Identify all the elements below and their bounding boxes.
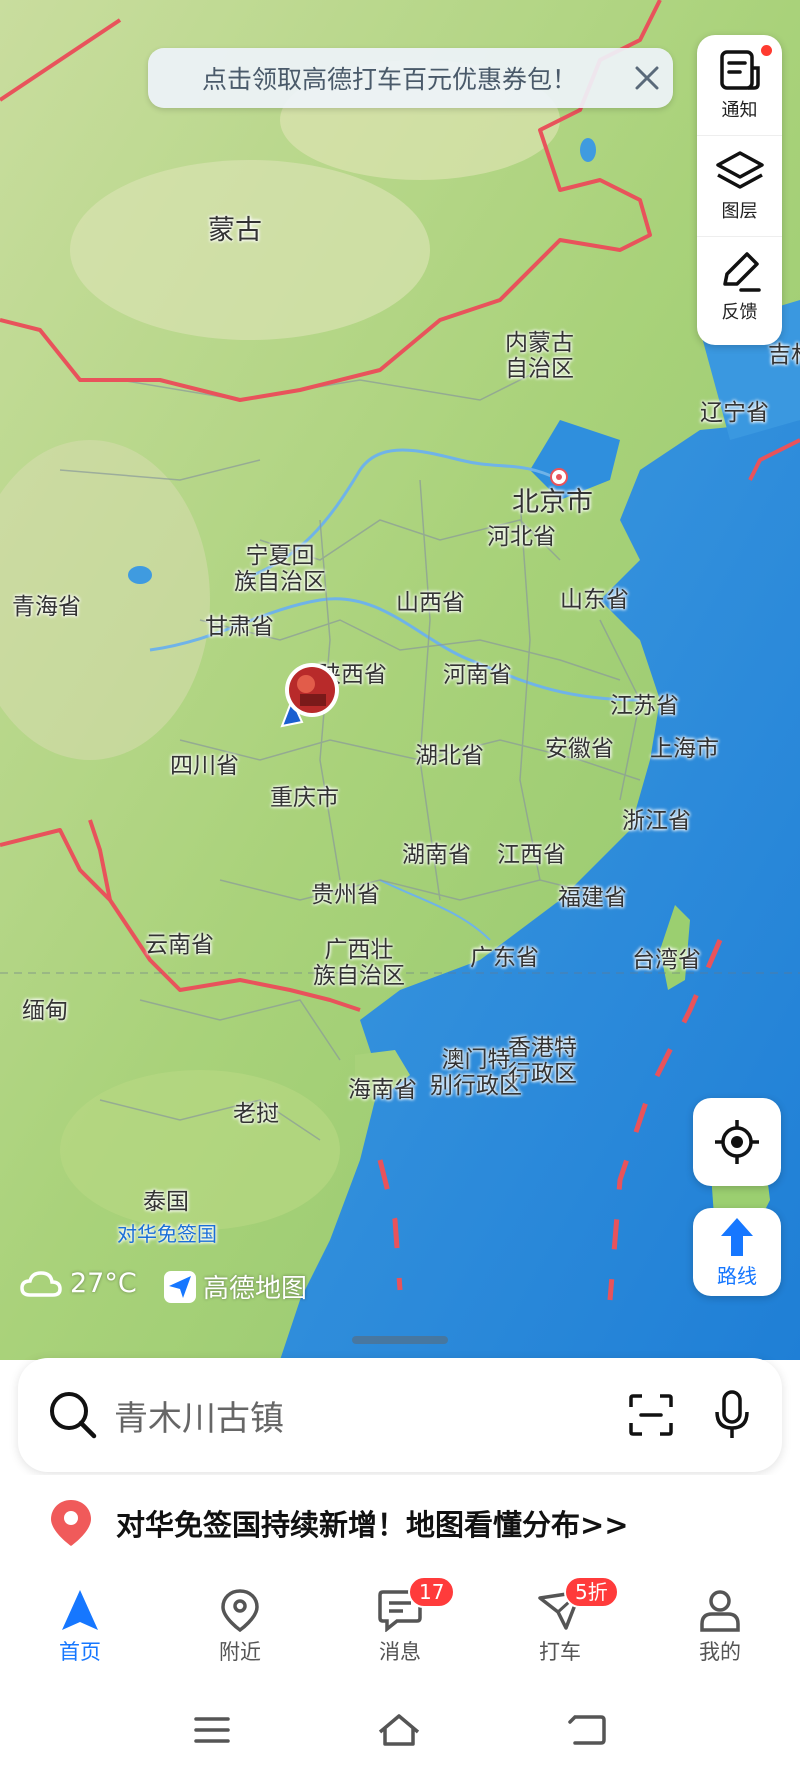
weather-widget[interactable]: 27°C <box>20 1268 137 1299</box>
map-canvas <box>0 0 800 1360</box>
microphone-icon[interactable] <box>714 1390 750 1440</box>
back-icon[interactable] <box>567 1713 607 1747</box>
map-label-guizhou: 贵州省 <box>311 882 380 908</box>
map-label-zhejiang: 浙江省 <box>622 808 691 834</box>
close-icon[interactable] <box>621 48 673 108</box>
amap-logo-text: 高德地图 <box>203 1274 308 1304</box>
tab-taxi-label: 打车 <box>539 1640 581 1664</box>
map-label-laos: 老挝 <box>233 1101 279 1127</box>
map-label-hubei: 湖北省 <box>415 743 484 769</box>
locate-icon <box>715 1120 759 1164</box>
tab-nearby-label: 附近 <box>219 1640 261 1664</box>
layers-label: 图层 <box>721 201 758 222</box>
tab-home-label: 首页 <box>59 1640 101 1664</box>
menu-icon[interactable] <box>193 1715 231 1745</box>
amap-logo-icon <box>164 1270 196 1303</box>
feedback-button[interactable]: 反馈 <box>697 236 782 337</box>
capital-marker <box>550 468 568 486</box>
bottom-tab-bar: 首页 附近 17 消息 5折 打车 我的 <box>0 1572 800 1682</box>
sheet-drag-handle[interactable] <box>352 1336 448 1344</box>
map-label-anhui: 安徽省 <box>545 736 614 762</box>
tab-home[interactable]: 首页 <box>0 1572 160 1682</box>
search-bar[interactable]: 青木川古镇 <box>18 1358 782 1472</box>
search-input[interactable]: 青木川古镇 <box>114 1391 628 1440</box>
messages-badge: 17 <box>408 1576 456 1608</box>
tab-me-label: 我的 <box>699 1640 741 1664</box>
system-navigation-bar <box>0 1682 800 1778</box>
map-label-hebei: 河北省 <box>487 524 556 550</box>
map-label-liaoning: 辽宁省 <box>700 400 769 426</box>
notification-dot <box>761 45 772 56</box>
route-label: 路线 <box>717 1263 757 1288</box>
map-label-hongkong: 香港特 行政区 <box>508 1035 577 1087</box>
map-label-guangxi: 广西壮 族自治区 <box>313 937 405 989</box>
tab-taxi[interactable]: 5折 打车 <box>480 1572 640 1682</box>
locate-button[interactable] <box>693 1098 781 1186</box>
edit-icon <box>722 252 761 292</box>
map-label-beijing: 北京市 <box>512 487 593 518</box>
map-label-mongolia: 蒙古 <box>208 215 262 246</box>
person-icon <box>700 1590 740 1632</box>
map-label-inner-mongolia: 内蒙古 自治区 <box>505 330 574 382</box>
location-pin-icon <box>51 1499 91 1546</box>
map-label-jiangxi: 江西省 <box>497 842 566 868</box>
map-label-chongqing: 重庆市 <box>270 785 339 811</box>
layers-button[interactable]: 图层 <box>697 135 782 236</box>
tab-messages[interactable]: 17 消息 <box>320 1572 480 1682</box>
promo-banner-text[interactable]: 点击领取高德打车百元优惠券包！ <box>148 60 621 96</box>
location-pin-outline-icon <box>221 1589 259 1632</box>
map-label-fujian: 福建省 <box>558 885 627 911</box>
tab-me[interactable]: 我的 <box>640 1572 800 1682</box>
route-arrow-icon <box>721 1217 753 1256</box>
map-label-hainan: 海南省 <box>348 1077 417 1103</box>
map-label-yunnan: 云南省 <box>145 932 214 958</box>
map-label-shanghai: 上海市 <box>650 736 719 762</box>
feedback-label: 反馈 <box>721 302 758 323</box>
news-promo[interactable]: 对华免签国持续新增！地图看懂分布>> <box>0 1475 800 1570</box>
map-label-myanmar: 缅甸 <box>22 998 68 1024</box>
map-label-ningxia: 宁夏回 族自治区 <box>234 543 326 595</box>
map-label-gansu: 甘肃省 <box>205 614 274 640</box>
map-label-shandong: 山东省 <box>560 587 629 613</box>
tab-messages-label: 消息 <box>379 1640 421 1664</box>
route-button[interactable]: 路线 <box>693 1208 781 1296</box>
notify-button[interactable]: 通知 <box>697 35 782 135</box>
map-label-guangdong: 广东省 <box>470 945 539 971</box>
notification-icon <box>719 50 760 90</box>
amap-logo: 高德地图 <box>163 1268 307 1305</box>
taxi-badge: 5折 <box>564 1576 619 1608</box>
map-label-visa-free[interactable]: 对华免签国 <box>117 1221 217 1247</box>
notify-label: 通知 <box>721 100 758 121</box>
map-label-hunan: 湖南省 <box>402 842 471 868</box>
map-label-jilin: 吉林 <box>768 342 800 368</box>
map-label-sichuan: 四川省 <box>170 753 239 779</box>
navigation-arrow-icon <box>62 1590 98 1630</box>
map-label-shanxi: 山西省 <box>396 590 465 616</box>
map-label-taiwan: 台湾省 <box>632 947 701 973</box>
user-location-marker[interactable] <box>272 660 342 730</box>
map-label-thailand: 泰国 <box>143 1189 189 1215</box>
map-label-henan: 河南省 <box>443 662 512 688</box>
weather-temperature: 27°C <box>70 1268 137 1299</box>
search-icon <box>50 1392 97 1439</box>
map-view[interactable]: 蒙古 内蒙古 自治区 吉林 辽宁省 北京市 河北省 宁夏回 族自治区 青海省 甘… <box>0 0 800 1360</box>
news-promo-text[interactable]: 对华免签国持续新增！地图看懂分布>> <box>116 1502 629 1544</box>
map-toolbox: 通知 图层 反馈 <box>697 35 782 345</box>
map-label-jiangsu: 江苏省 <box>610 693 679 719</box>
layers-icon <box>715 151 764 189</box>
cloud-icon <box>20 1270 62 1297</box>
home-icon[interactable] <box>377 1712 421 1748</box>
tab-nearby[interactable]: 附近 <box>160 1572 320 1682</box>
promo-banner[interactable]: 点击领取高德打车百元优惠券包！ <box>148 48 673 108</box>
map-label-qinghai: 青海省 <box>12 594 81 620</box>
scan-icon[interactable] <box>628 1393 674 1437</box>
